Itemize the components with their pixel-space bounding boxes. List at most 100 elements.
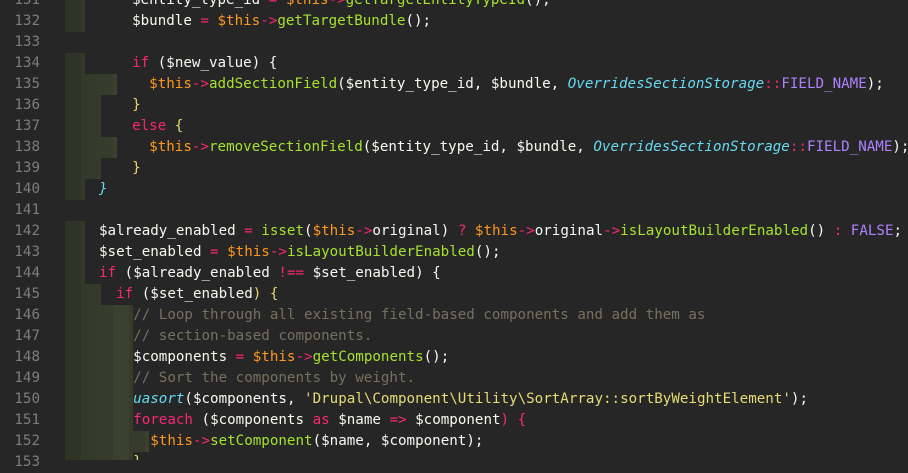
code-token: if — [132, 55, 150, 71]
code-token: addSectionField — [208, 76, 338, 92]
code-editor[interactable]: 131 132 133 134 135 136 137 138 139 140 141 142 143 1… — [0, 0, 908, 470]
indent-guide — [97, 74, 113, 95]
code-token: original — [534, 223, 604, 239]
indent-guide — [81, 284, 97, 305]
code-line[interactable]: else { — [65, 116, 908, 137]
code-token: : — [833, 223, 843, 239]
code-token: else — [132, 118, 167, 134]
code-token: -> — [260, 13, 278, 29]
indent-guide — [81, 263, 85, 284]
code-token: // Sort the components by weight. — [133, 370, 416, 386]
code-token: $bundle — [132, 13, 192, 29]
code-line[interactable]: $bundle = $this->getTargetBundle(); — [65, 11, 908, 32]
code-token: ; — [893, 223, 903, 239]
code-token: $name — [338, 412, 381, 428]
code-token: :: — [789, 139, 807, 155]
code-text: $components = $this->getComponents(); — [99, 347, 449, 368]
code-text: } — [115, 95, 141, 116]
code-token: uasort — [133, 391, 185, 407]
code-line[interactable]: } — [65, 158, 908, 179]
code-token: OverridesSectionStorage — [593, 139, 790, 155]
indent-guide — [97, 137, 113, 158]
line-number: 146 — [14, 307, 40, 323]
code-token: $components — [192, 391, 287, 407]
indent-guide — [65, 116, 81, 137]
code-line[interactable]: foreach ($components as $name => $compon… — [65, 410, 908, 431]
indent-guide — [81, 53, 85, 74]
code-token: ) { — [251, 55, 278, 71]
indent-guide — [65, 368, 81, 389]
code-line[interactable]: } — [65, 95, 908, 116]
line-number: 143 — [14, 244, 40, 260]
code-token: ( — [362, 139, 372, 155]
code-token: $components — [210, 412, 305, 428]
indent-guide — [65, 53, 81, 74]
code-token: $this — [217, 13, 261, 29]
code-line[interactable]: } — [65, 452, 908, 460]
code-token: ( — [149, 55, 167, 71]
code-area[interactable]: $entity_type_id = $this->getTargetEntity… — [65, 0, 908, 460]
code-line[interactable]: if ($set_enabled) { — [65, 284, 908, 305]
code-line[interactable]: uasort($components, 'Drupal\Component\Ut… — [65, 389, 908, 410]
code-line[interactable]: $this->setComponent($name, $component); — [65, 431, 908, 452]
code-token: if — [99, 265, 117, 281]
code-token: = — [235, 223, 262, 239]
code-line[interactable] — [65, 32, 908, 53]
code-line[interactable]: $this->addSectionField($entity_type_id, … — [65, 74, 908, 95]
code-token: -> — [191, 76, 209, 92]
indent-guide — [81, 221, 85, 242]
code-text: uasort($components, 'Drupal\Component\Ut… — [99, 389, 808, 410]
code-text: $bundle = $this->getTargetBundle(); — [115, 11, 431, 32]
indent-guide — [65, 95, 81, 116]
code-line[interactable]: // section-based components. — [65, 326, 908, 347]
code-token: foreach — [133, 412, 193, 428]
code-text: $this->removeSectionField($entity_type_i… — [115, 137, 908, 158]
code-line[interactable]: $components = $this->getComponents(); — [65, 347, 908, 368]
code-token: -> — [192, 433, 211, 449]
code-line[interactable]: // Sort the components by weight. — [65, 368, 908, 389]
code-token: -> — [328, 0, 346, 8]
code-token: getComponents — [312, 349, 424, 365]
code-token: ( — [133, 286, 151, 302]
indent-guide — [65, 284, 81, 305]
code-line[interactable]: $entity_type_id = $this->getTargetEntity… — [65, 0, 908, 11]
indent-guide — [81, 11, 85, 32]
code-token: } — [133, 454, 142, 460]
code-token: $entity_type_id — [132, 0, 261, 8]
code-line[interactable] — [65, 200, 908, 221]
code-token: ); — [866, 76, 884, 92]
code-token: ); — [466, 433, 484, 449]
code-token: setComponent — [210, 433, 313, 449]
code-line[interactable]: $set_enabled = $this->isLayoutBuilderEna… — [65, 242, 908, 263]
code-token: ); — [892, 139, 908, 155]
code-token: ) { — [500, 412, 527, 428]
code-line[interactable]: $already_enabled = isset($this->original… — [65, 221, 908, 242]
code-token: as — [312, 412, 330, 428]
code-line[interactable]: $this->removeSectionField($entity_type_i… — [65, 137, 908, 158]
code-line[interactable]: // Loop through all existing field-based… — [65, 305, 908, 326]
code-line[interactable]: if ($new_value) { — [65, 53, 908, 74]
code-line[interactable]: if ($already_enabled !== $set_enabled) { — [65, 263, 908, 284]
code-text: } — [99, 452, 142, 460]
code-token: getTargetBundle — [277, 13, 406, 29]
code-token: ( — [304, 223, 313, 239]
indent-guide — [81, 410, 97, 431]
indent-guide — [65, 0, 81, 11]
line-number: 151 — [14, 412, 40, 428]
line-number: 152 — [14, 433, 40, 449]
code-line[interactable]: } — [65, 179, 908, 200]
indent-guide — [65, 221, 81, 242]
code-token: (); — [474, 244, 501, 260]
indent-guide — [81, 452, 97, 460]
line-number: 153 — [14, 454, 40, 470]
